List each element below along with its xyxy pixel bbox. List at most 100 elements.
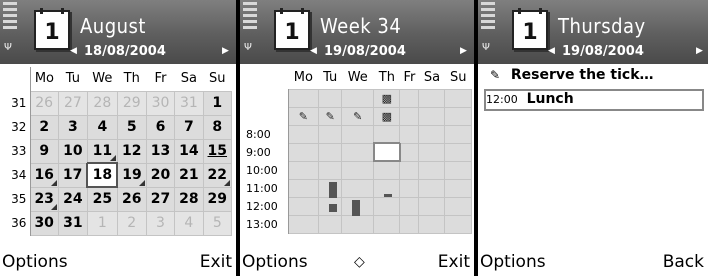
- week-cell[interactable]: [287, 142, 320, 162]
- week-cell[interactable]: [444, 178, 472, 198]
- week-cell[interactable]: [287, 196, 320, 216]
- options-softkey[interactable]: Options: [480, 252, 546, 272]
- week-cell[interactable]: [444, 160, 472, 180]
- day-cell[interactable]: 29: [116, 90, 147, 116]
- week-cell[interactable]: [341, 142, 375, 162]
- day-cell[interactable]: 26: [29, 90, 59, 116]
- week-cell[interactable]: [318, 88, 343, 108]
- week-cell[interactable]: [318, 178, 343, 198]
- day-cell[interactable]: 28: [174, 186, 204, 212]
- day-cell[interactable]: 6: [145, 114, 176, 140]
- week-cell[interactable]: [418, 178, 446, 198]
- prev-arrow-icon[interactable]: ◀: [70, 46, 77, 56]
- back-softkey[interactable]: Back: [663, 252, 704, 272]
- day-cell[interactable]: 8: [202, 114, 233, 140]
- week-cell[interactable]: [418, 88, 446, 108]
- day-cell[interactable]: 3: [57, 114, 88, 140]
- day-cell[interactable]: 14: [174, 138, 204, 164]
- day-cell[interactable]: 4: [86, 114, 118, 140]
- day-cell[interactable]: 11: [86, 138, 118, 164]
- next-arrow-icon[interactable]: ▶: [696, 46, 703, 56]
- week-cell[interactable]: [318, 214, 343, 234]
- week-cell[interactable]: [318, 142, 343, 162]
- options-softkey[interactable]: Options: [242, 252, 308, 272]
- week-cell[interactable]: ✎: [341, 106, 375, 126]
- day-cell[interactable]: 9: [29, 138, 59, 164]
- week-cell[interactable]: [399, 196, 420, 216]
- week-cell[interactable]: [318, 124, 343, 144]
- exit-softkey[interactable]: Exit: [200, 252, 232, 272]
- week-cell[interactable]: ✎: [287, 106, 320, 126]
- week-cell[interactable]: ✎: [318, 106, 343, 126]
- day-cell[interactable]: 2: [29, 114, 59, 140]
- week-cell[interactable]: [444, 124, 472, 144]
- week-cell[interactable]: [444, 106, 472, 126]
- day-cell[interactable]: 28: [86, 90, 118, 116]
- day-entry-memo[interactable]: ✎ Reserve the tick…: [484, 67, 704, 89]
- next-arrow-icon[interactable]: ▶: [222, 46, 229, 56]
- week-cell[interactable]: [399, 178, 420, 198]
- day-cell[interactable]: 21: [174, 162, 204, 188]
- week-cell[interactable]: [418, 214, 446, 234]
- day-cell[interactable]: 30: [145, 90, 176, 116]
- week-cell[interactable]: ▩: [373, 106, 401, 126]
- week-cell[interactable]: [418, 196, 446, 216]
- week-cell[interactable]: [373, 160, 401, 180]
- week-cell[interactable]: [444, 214, 472, 234]
- day-cell[interactable]: 1: [202, 90, 233, 116]
- week-cell[interactable]: [341, 124, 375, 144]
- day-cell[interactable]: 5: [202, 210, 233, 236]
- week-cell[interactable]: [318, 160, 343, 180]
- prev-arrow-icon[interactable]: ◀: [310, 46, 317, 56]
- day-cell[interactable]: 10: [57, 138, 88, 164]
- day-cell[interactable]: 12: [116, 138, 147, 164]
- week-cell[interactable]: [418, 160, 446, 180]
- day-cell[interactable]: 29: [202, 186, 233, 212]
- day-cell[interactable]: 5: [116, 114, 147, 140]
- week-cell[interactable]: [372, 142, 401, 162]
- week-cell[interactable]: [318, 196, 343, 216]
- day-cell[interactable]: 25: [86, 186, 118, 212]
- day-cell[interactable]: 13: [145, 138, 176, 164]
- exit-softkey[interactable]: Exit: [438, 252, 470, 272]
- options-softkey[interactable]: Options: [2, 252, 68, 272]
- day-cell[interactable]: 26: [116, 186, 147, 212]
- week-cell[interactable]: [444, 88, 472, 108]
- week-cell[interactable]: [341, 214, 375, 234]
- week-cell[interactable]: [399, 160, 420, 180]
- day-cell[interactable]: 7: [174, 114, 204, 140]
- week-cell[interactable]: [341, 196, 375, 216]
- day-cell[interactable]: 18: [86, 162, 119, 188]
- day-cell[interactable]: 27: [57, 90, 88, 116]
- day-cell[interactable]: 31: [57, 210, 88, 236]
- day-cell[interactable]: 16: [29, 162, 59, 188]
- week-cell[interactable]: ▩: [373, 88, 401, 108]
- week-cell[interactable]: [373, 178, 401, 198]
- week-cell[interactable]: [418, 106, 446, 126]
- week-cell[interactable]: [444, 196, 472, 216]
- day-cell[interactable]: 27: [145, 186, 176, 212]
- day-cell[interactable]: 24: [57, 186, 88, 212]
- day-cell[interactable]: 30: [29, 210, 59, 236]
- week-cell[interactable]: [287, 124, 320, 144]
- week-cell[interactable]: [373, 196, 401, 216]
- day-entry-lunch[interactable]: 12:00 Lunch: [484, 89, 704, 111]
- week-cell[interactable]: [418, 124, 446, 144]
- week-cell[interactable]: [399, 142, 420, 162]
- day-cell[interactable]: 15: [202, 138, 233, 164]
- day-cell[interactable]: 2: [116, 210, 147, 236]
- day-cell[interactable]: 4: [174, 210, 204, 236]
- day-cell[interactable]: 19: [116, 162, 147, 188]
- day-cell[interactable]: 22: [202, 162, 233, 188]
- week-cell[interactable]: [444, 142, 472, 162]
- week-cell[interactable]: [341, 88, 375, 108]
- day-cell[interactable]: 17: [57, 162, 88, 188]
- week-cell[interactable]: [399, 214, 420, 234]
- next-arrow-icon[interactable]: ▶: [460, 46, 467, 56]
- day-cell[interactable]: 3: [145, 210, 176, 236]
- week-cell[interactable]: [373, 124, 401, 144]
- week-cell[interactable]: [418, 142, 446, 162]
- day-cell[interactable]: 23: [29, 186, 59, 212]
- week-cell[interactable]: [341, 160, 375, 180]
- week-cell[interactable]: [287, 160, 320, 180]
